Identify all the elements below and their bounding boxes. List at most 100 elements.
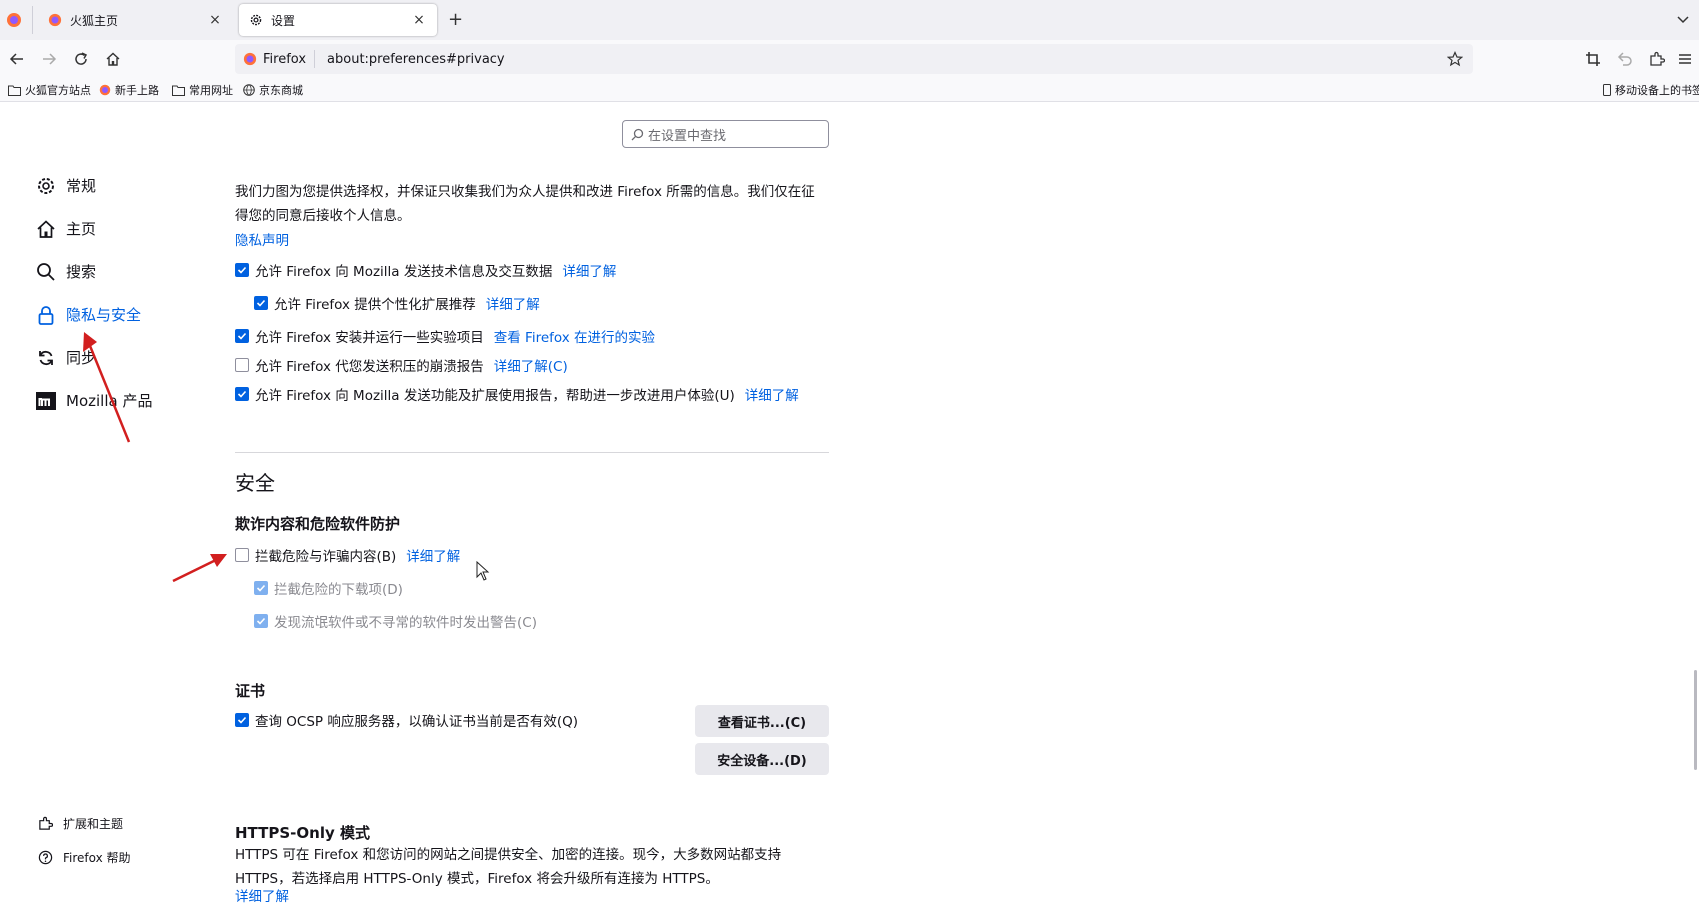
telemetry-checkbox-row[interactable]: 允许 Firefox 向 Mozilla 发送技术信息及交互数据 详细了解 (235, 260, 616, 280)
bookmark-folder[interactable]: 常用网址 (172, 82, 233, 98)
checkbox-checked-icon[interactable] (235, 329, 249, 343)
checkbox-label: 允许 Firefox 向 Mozilla 发送技术信息及交互数据 (255, 264, 553, 280)
settings-search-input[interactable]: 在设置中查找 (622, 120, 829, 148)
gear-icon (36, 176, 56, 196)
firefox-view-icon[interactable] (6, 12, 22, 28)
nav-label: 搜索 (66, 263, 97, 281)
forward-arrow-icon[interactable] (39, 49, 59, 69)
description-line: HTTPS，若选择启用 HTTPS-Only 模式，Firefox 将会升级所有… (235, 871, 719, 887)
ocsp-checkbox-row[interactable]: 查询 OCSP 响应服务器，以确认证书当前是否有效(Q) (235, 710, 578, 730)
warn-unwanted-checkbox-row: 发现流氓软件或不寻常的软件时发出警告(C) (254, 611, 537, 631)
nav-label: 主页 (66, 220, 97, 238)
security-devices-button[interactable]: 安全设备...(D) (695, 743, 829, 775)
folder-icon (172, 85, 185, 96)
mobile-device-icon (1603, 84, 1611, 96)
block-downloads-checkbox-row: 拦截危险的下载项(D) (254, 578, 403, 598)
studies-checkbox-row[interactable]: 允许 Firefox 安装并运行一些实验项目 查看 Firefox 在进行的实验 (235, 326, 655, 346)
nav-general[interactable]: 常规 (36, 175, 96, 196)
close-tab-icon[interactable]: × (411, 12, 427, 28)
view-studies-link[interactable]: 查看 Firefox 在进行的实验 (494, 326, 655, 346)
usage-report-checkbox-row[interactable]: 允许 Firefox 向 Mozilla 发送功能及扩展使用报告，帮助进一步改进… (235, 384, 799, 404)
nav-firefox-help[interactable]: Firefox 帮助 (38, 849, 131, 866)
firefox-logo-icon (48, 13, 62, 27)
tab-title: 设置 (271, 13, 296, 28)
bookmark-star-icon[interactable] (1447, 51, 1463, 67)
help-question-icon (38, 850, 53, 865)
red-annotation-arrow-icon (170, 550, 230, 585)
identity-label[interactable]: Firefox (263, 52, 306, 67)
deceptive-content-heading: 欺诈内容和危险软件防护 (235, 515, 401, 533)
checkbox-checked-icon[interactable] (235, 263, 249, 277)
tab-bar: 火狐主页 × 设置 × + (0, 0, 1699, 40)
bookmark-label: 常用网址 (189, 84, 233, 97)
checkbox-label: 发现流氓软件或不寻常的软件时发出警告(C) (274, 615, 537, 631)
privacy-notice-link[interactable]: 隐私声明 (235, 229, 289, 253)
home-icon (36, 219, 56, 239)
mozilla-m-icon (36, 391, 56, 411)
crash-reports-checkbox-row[interactable]: 允许 Firefox 代您发送积压的崩溃报告 详细了解(C) (235, 355, 568, 375)
bookmark-item[interactable]: 京东商城 (243, 82, 303, 98)
app-menu-hamburger-icon[interactable] (1675, 49, 1695, 69)
bookmark-label: 新手上路 (115, 84, 159, 97)
nav-home[interactable]: 主页 (36, 218, 96, 239)
url-text[interactable]: about:preferences#privacy (327, 52, 1447, 67)
nav-privacy-security[interactable]: 隐私与安全 (36, 304, 141, 325)
screenshot-crop-icon[interactable] (1583, 49, 1603, 69)
learn-more-link[interactable]: 详细了解 (406, 545, 460, 565)
url-bar[interactable]: Firefox about:preferences#privacy (235, 44, 1473, 74)
close-tab-icon[interactable]: × (207, 12, 223, 28)
lock-icon (36, 305, 56, 325)
checkbox-unchecked-icon[interactable] (235, 358, 249, 372)
learn-more-link[interactable]: 详细了解(C) (494, 355, 568, 375)
checkbox-checked-icon[interactable] (254, 296, 268, 310)
red-annotation-arrow-icon (80, 330, 140, 445)
tab-settings[interactable]: 设置 × (239, 4, 437, 36)
nav-label: Firefox 帮助 (63, 851, 131, 865)
extensions-puzzle-icon[interactable] (1647, 49, 1667, 69)
bookmark-folder[interactable]: 火狐官方站点 (8, 82, 91, 98)
checkbox-label: 拦截危险与诈骗内容(B) (255, 549, 397, 565)
home-icon[interactable] (103, 49, 123, 69)
https-only-heading: HTTPS-Only 模式 (235, 824, 370, 842)
block-dangerous-checkbox-row[interactable]: 拦截危险与诈骗内容(B) 详细了解 (235, 545, 460, 565)
security-heading: 安全 (235, 471, 275, 495)
folder-icon (8, 85, 21, 96)
bookmark-label: 火狐官方站点 (25, 84, 91, 97)
checkbox-label: 允许 Firefox 提供个性化扩展推荐 (274, 297, 476, 313)
new-tab-button[interactable]: + (448, 9, 463, 30)
firefox-logo-icon (243, 52, 257, 66)
https-learn-more-link[interactable]: 详细了解 (235, 889, 289, 905)
reload-icon[interactable] (71, 49, 91, 69)
learn-more-link[interactable]: 详细了解 (486, 293, 540, 313)
checkbox-unchecked-icon[interactable] (235, 548, 249, 562)
search-placeholder: 在设置中查找 (648, 128, 727, 144)
nav-label: 常规 (66, 177, 97, 195)
globe-icon (243, 84, 255, 96)
checkbox-label: 拦截危险的下载项(D) (274, 582, 403, 598)
view-certificates-button[interactable]: 查看证书...(C) (695, 705, 829, 737)
bookmark-label: 京东商城 (259, 84, 303, 97)
intro-line: 得您的同意后接收个人信息。 (235, 208, 411, 224)
undo-close-tab-icon[interactable] (1615, 49, 1635, 69)
nav-label: 扩展和主题 (63, 817, 124, 831)
bookmark-item[interactable]: 新手上路 (99, 82, 159, 98)
nav-search[interactable]: 搜索 (36, 261, 96, 282)
checkbox-checked-icon[interactable] (235, 713, 249, 727)
intro-line: 我们力图为您提供选择权，并保证只收集我们为众人提供和改进 Firefox 所需的… (235, 184, 815, 200)
learn-more-link[interactable]: 详细了解 (562, 260, 616, 280)
list-all-tabs-chevron-icon[interactable] (1676, 12, 1690, 26)
learn-more-link[interactable]: 详细了解 (745, 384, 799, 404)
nav-extensions-themes[interactable]: 扩展和主题 (38, 815, 123, 832)
tab-firefox-home[interactable]: 火狐主页 × (38, 4, 233, 36)
https-only-description: HTTPS 可在 Firefox 和您访问的网站之间提供安全、加密的连接。现今，… (235, 843, 781, 891)
page-scrollbar[interactable] (1694, 670, 1697, 770)
mobile-bookmarks[interactable]: 移动设备上的书签 (1603, 82, 1699, 98)
checkbox-label: 允许 Firefox 代您发送积压的崩溃报告 (255, 359, 484, 375)
back-arrow-icon[interactable] (7, 49, 27, 69)
checkbox-checked-disabled-icon (254, 614, 268, 628)
checkbox-label: 允许 Firefox 安装并运行一些实验项目 (255, 330, 484, 346)
certificates-heading: 证书 (235, 682, 266, 700)
personalized-extensions-checkbox-row[interactable]: 允许 Firefox 提供个性化扩展推荐 详细了解 (254, 293, 540, 313)
search-icon (631, 128, 644, 141)
checkbox-checked-icon[interactable] (235, 387, 249, 401)
